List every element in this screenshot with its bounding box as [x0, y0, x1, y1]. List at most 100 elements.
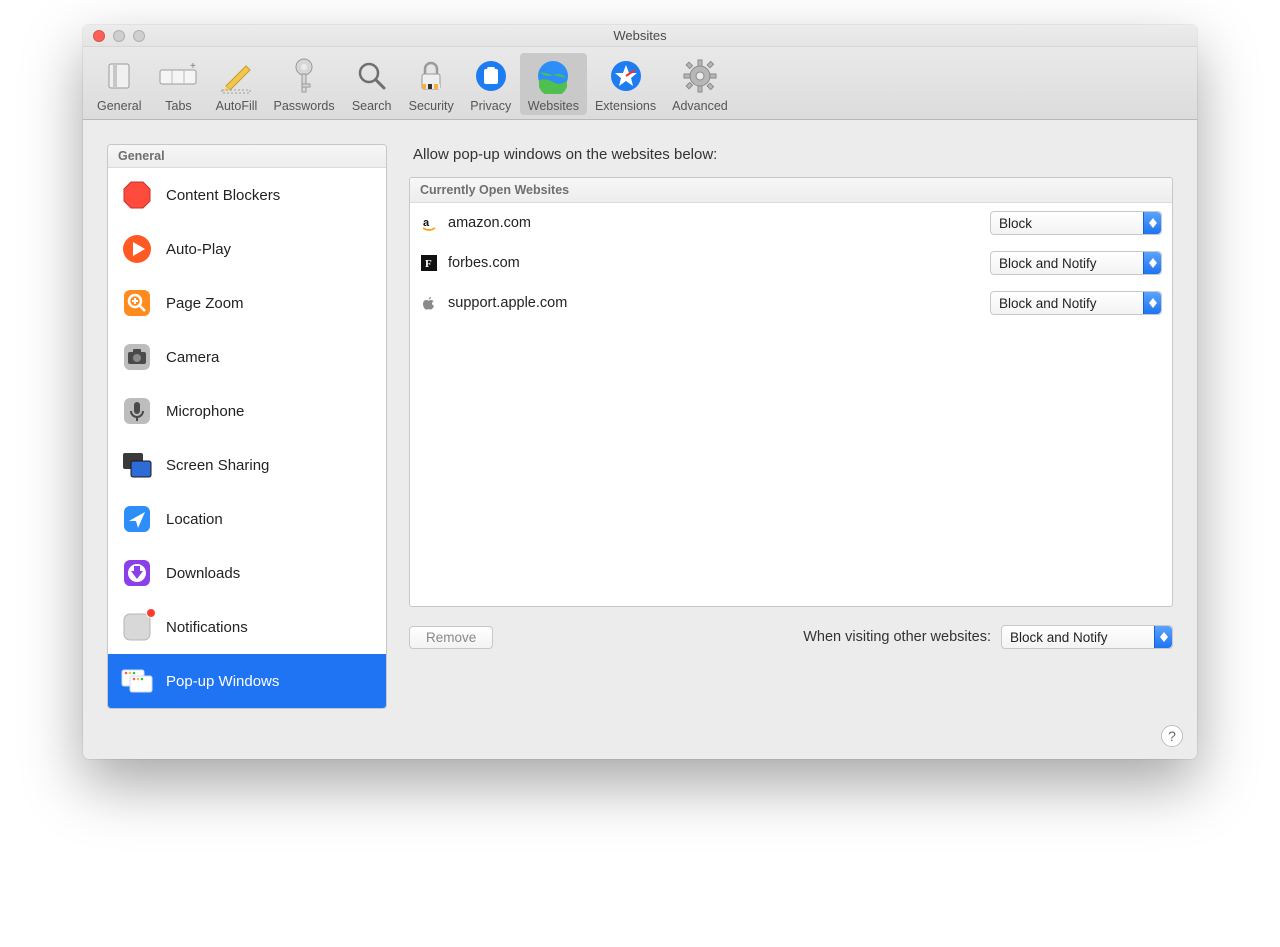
downloads-icon — [120, 556, 154, 590]
toolbar-item-tabs[interactable]: + Tabs — [149, 53, 207, 115]
sidebar-item-microphone[interactable]: Microphone — [108, 384, 386, 438]
policy-value: Block and Notify — [999, 296, 1097, 311]
main-heading: Allow pop-up windows on the websites bel… — [413, 146, 1171, 163]
sidebar-item-content-blockers[interactable]: Content Blockers — [108, 168, 386, 222]
website-row[interactable]: support.apple.com Block and Notify — [410, 283, 1172, 323]
policy-value: Block and Notify — [999, 256, 1097, 271]
website-domain: support.apple.com — [448, 295, 980, 311]
sidebar-item-label: Page Zoom — [166, 295, 244, 312]
default-policy-value: Block and Notify — [1010, 630, 1108, 645]
toolbar-item-autofill[interactable]: AutoFill — [207, 53, 265, 115]
gear-icon — [679, 55, 721, 97]
toolbar-item-websites[interactable]: Websites — [520, 53, 587, 115]
badge-dot-icon — [146, 608, 156, 618]
toolbar-item-security[interactable]: Security — [401, 53, 462, 115]
default-policy-group: When visiting other websites: Block and … — [803, 625, 1173, 649]
svg-text:F: F — [425, 258, 432, 270]
chevron-up-down-icon — [1143, 252, 1161, 274]
apple-favicon-icon — [420, 294, 438, 312]
toolbar-item-advanced[interactable]: Advanced — [664, 53, 736, 115]
toolbar-label: Advanced — [672, 99, 728, 113]
website-row[interactable]: a amazon.com Block — [410, 203, 1172, 243]
screen-sharing-icon — [120, 448, 154, 482]
policy-select[interactable]: Block — [990, 211, 1162, 235]
help-button[interactable]: ? — [1161, 725, 1183, 747]
preferences-toolbar: General + Tabs AutoFill Passwords Search — [83, 47, 1197, 120]
chevron-up-down-icon — [1143, 212, 1161, 234]
toolbar-item-extensions[interactable]: Extensions — [587, 53, 664, 115]
toolbar-label: AutoFill — [216, 99, 258, 113]
location-icon — [120, 502, 154, 536]
settings-sidebar: General Content Blockers Auto-Play Page … — [107, 144, 387, 709]
toolbar-item-general[interactable]: General — [89, 53, 149, 115]
websites-table: Currently Open Websites a amazon.com Blo… — [409, 177, 1173, 607]
toolbar-label: Websites — [528, 99, 579, 113]
sidebar-item-label: Content Blockers — [166, 187, 280, 204]
content-area: General Content Blockers Auto-Play Page … — [83, 120, 1197, 721]
octagon-icon — [120, 178, 154, 212]
sidebar-item-label: Microphone — [166, 403, 244, 420]
camera-icon — [120, 340, 154, 374]
website-row[interactable]: F forbes.com Block and Notify — [410, 243, 1172, 283]
sidebar-item-page-zoom[interactable]: Page Zoom — [108, 276, 386, 330]
help-row: ? — [83, 721, 1197, 759]
toolbar-label: General — [97, 99, 141, 113]
sidebar-item-label: Location — [166, 511, 223, 528]
sidebar-section-header: General — [108, 145, 386, 168]
website-domain: forbes.com — [448, 255, 980, 271]
sidebar-item-camera[interactable]: Camera — [108, 330, 386, 384]
sidebar-item-label: Auto-Play — [166, 241, 231, 258]
toolbar-label: Extensions — [595, 99, 656, 113]
help-icon: ? — [1168, 728, 1176, 744]
sidebar-item-label: Notifications — [166, 619, 248, 636]
window-title: Websites — [83, 28, 1197, 43]
sidebar-item-popup-windows[interactable]: Pop-up Windows — [108, 654, 386, 708]
table-header: Currently Open Websites — [410, 178, 1172, 203]
toolbar-label: Search — [352, 99, 392, 113]
general-icon — [98, 55, 140, 97]
website-domain: amazon.com — [448, 215, 980, 231]
toolbar-item-passwords[interactable]: Passwords — [265, 53, 342, 115]
remove-button[interactable]: Remove — [409, 626, 493, 649]
toolbar-label: Security — [409, 99, 454, 113]
key-icon — [283, 55, 325, 97]
default-policy-select[interactable]: Block and Notify — [1001, 625, 1173, 649]
toolbar-item-privacy[interactable]: Privacy — [462, 53, 520, 115]
play-icon — [120, 232, 154, 266]
privacy-icon — [470, 55, 512, 97]
autofill-icon — [215, 55, 257, 97]
sidebar-item-downloads[interactable]: Downloads — [108, 546, 386, 600]
lock-icon — [410, 55, 452, 97]
search-icon — [351, 55, 393, 97]
svg-text:a: a — [423, 217, 430, 229]
forbes-favicon-icon: F — [420, 254, 438, 272]
table-rows: a amazon.com Block F forbes.com Block an… — [410, 203, 1172, 323]
sidebar-list: Content Blockers Auto-Play Page Zoom Cam… — [108, 168, 386, 708]
policy-select[interactable]: Block and Notify — [990, 251, 1162, 275]
table-footer: Remove When visiting other websites: Blo… — [409, 625, 1173, 649]
sidebar-item-label: Downloads — [166, 565, 240, 582]
toolbar-label: Passwords — [273, 99, 334, 113]
svg-text:+: + — [190, 61, 196, 72]
toolbar-label: Privacy — [470, 99, 511, 113]
popup-windows-icon — [120, 664, 154, 698]
preferences-window: Websites General + Tabs AutoFill Passwor — [83, 25, 1197, 759]
sidebar-item-label: Camera — [166, 349, 219, 366]
sidebar-item-location[interactable]: Location — [108, 492, 386, 546]
notifications-icon — [120, 610, 154, 644]
policy-select[interactable]: Block and Notify — [990, 291, 1162, 315]
tabs-icon: + — [157, 55, 199, 97]
default-policy-label: When visiting other websites: — [803, 629, 991, 645]
sidebar-item-screen-sharing[interactable]: Screen Sharing — [108, 438, 386, 492]
sidebar-item-notifications[interactable]: Notifications — [108, 600, 386, 654]
policy-value: Block — [999, 216, 1032, 231]
toolbar-item-search[interactable]: Search — [343, 53, 401, 115]
chevron-up-down-icon — [1154, 626, 1172, 648]
sidebar-item-auto-play[interactable]: Auto-Play — [108, 222, 386, 276]
globe-icon — [532, 55, 574, 97]
main-panel: Allow pop-up windows on the websites bel… — [409, 144, 1173, 709]
sidebar-item-label: Pop-up Windows — [166, 673, 279, 690]
titlebar: Websites — [83, 25, 1197, 47]
extensions-icon — [605, 55, 647, 97]
toolbar-label: Tabs — [165, 99, 191, 113]
